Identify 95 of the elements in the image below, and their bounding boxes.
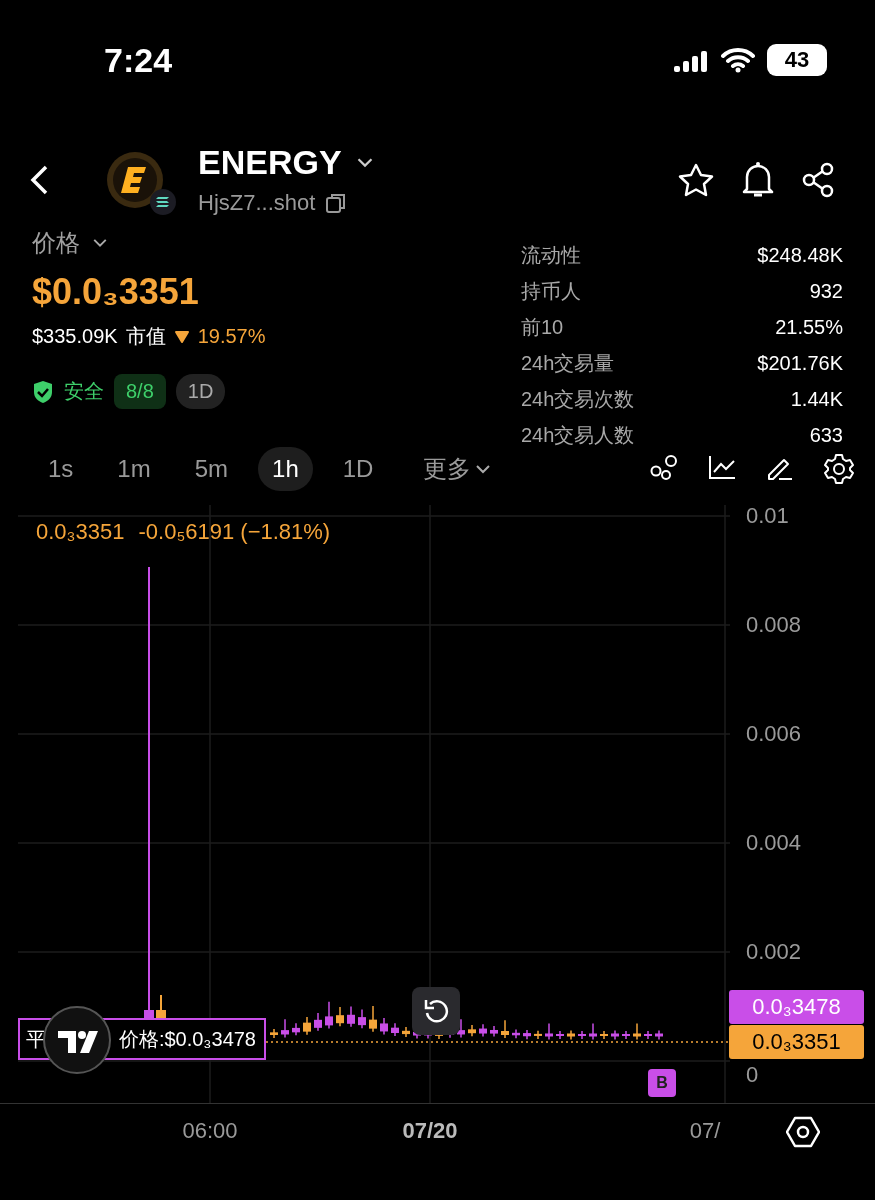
candle xyxy=(578,1030,586,1040)
timeframe-tab[interactable]: 1h xyxy=(258,447,313,491)
stat-value: 1.44K xyxy=(789,387,843,412)
safety-score: 8/8 xyxy=(114,374,166,409)
chevron-down-icon xyxy=(92,238,108,248)
y-axis-label: 0.004 xyxy=(746,830,802,856)
candle xyxy=(589,1022,597,1041)
candle xyxy=(292,1022,300,1037)
candle xyxy=(358,1008,366,1029)
legend-change: -0.0₅6191 (−1.81%) xyxy=(138,519,331,545)
signal-icon xyxy=(673,48,709,72)
more-menu[interactable]: 更多 xyxy=(417,452,498,486)
candle xyxy=(655,1029,663,1041)
shield-check-icon xyxy=(32,379,54,404)
x-axis-label: 06:00 xyxy=(182,1118,238,1144)
settings-icon[interactable] xyxy=(823,453,855,485)
candle xyxy=(347,1005,355,1028)
stat-label: 24h交易人数 xyxy=(521,423,636,448)
stat-value: 21.55% xyxy=(774,315,843,340)
candle xyxy=(402,1026,410,1038)
stat-label: 24h交易次数 xyxy=(521,387,636,412)
y-axis-label: 0.002 xyxy=(746,939,802,965)
safety-label: 安全 xyxy=(64,379,104,404)
battery-level: 43 xyxy=(767,44,827,76)
candle xyxy=(490,1025,498,1038)
chart-settings-icon[interactable] xyxy=(786,1116,820,1148)
candle xyxy=(600,1030,608,1040)
market-cap-label: 市值 xyxy=(125,324,166,349)
candle xyxy=(325,1000,333,1030)
candle xyxy=(633,1022,641,1041)
candle xyxy=(523,1029,531,1040)
candle xyxy=(512,1028,520,1040)
token-logo-icon xyxy=(106,150,164,209)
market-cap-value: $335.09K xyxy=(32,325,118,348)
candle xyxy=(622,1030,630,1040)
chart-logo-icon[interactable] xyxy=(43,1006,111,1074)
chain-badge-icon xyxy=(150,188,176,215)
period-chip: 1D xyxy=(175,374,226,409)
candle xyxy=(391,1022,399,1037)
price-change: 19.57% xyxy=(197,325,266,348)
timeframe-tab[interactable]: 1D xyxy=(328,447,388,491)
reset-view-button[interactable] xyxy=(412,987,460,1035)
stat-label: 持币人 xyxy=(521,279,582,304)
bell-icon[interactable] xyxy=(741,160,775,199)
legend-price: 0.0₃3351 xyxy=(36,519,125,545)
x-axis-label: 07/20 xyxy=(402,1118,458,1144)
candle xyxy=(644,1030,652,1040)
candle xyxy=(468,1024,476,1037)
stat-value: 633 xyxy=(808,423,843,448)
buy-marker: B xyxy=(648,1069,676,1097)
share-icon[interactable] xyxy=(801,161,835,198)
timeframe-tab[interactable]: 1m xyxy=(103,447,165,491)
stat-label: 前10 xyxy=(521,315,565,340)
candle xyxy=(336,1006,344,1027)
candle xyxy=(281,1018,289,1039)
copy-icon[interactable] xyxy=(325,192,348,214)
candle xyxy=(314,1012,322,1032)
timeframe-tab[interactable]: 1s xyxy=(34,447,88,491)
y-axis-label: 0 xyxy=(746,1062,759,1088)
candle xyxy=(380,1017,388,1036)
tooltip-text: 平 xyxy=(26,1026,46,1052)
stat-label: 24h交易量 xyxy=(521,351,616,376)
chevron-down-icon xyxy=(355,157,374,168)
average-price-tag: 0.0₃3478 xyxy=(729,990,864,1024)
y-axis-label: 0.006 xyxy=(746,721,802,747)
candle xyxy=(479,1023,487,1038)
timeframe-tab[interactable]: 5m xyxy=(180,447,243,491)
price-value: $0.0₃3351 xyxy=(32,271,200,313)
candle xyxy=(303,1016,311,1036)
status-time: 7:24 xyxy=(104,40,174,80)
price-label[interactable]: 价格 xyxy=(32,227,80,259)
candle xyxy=(567,1029,575,1041)
last-price-tag: 0.0₃3351 xyxy=(729,1025,864,1059)
chevron-down-icon xyxy=(475,464,492,474)
back-button[interactable] xyxy=(28,163,50,196)
candle xyxy=(369,1005,377,1033)
reset-icon xyxy=(422,997,450,1025)
token-title: ENERGY xyxy=(198,143,342,182)
candle xyxy=(534,1030,542,1040)
stat-value: 932 xyxy=(808,279,843,304)
x-axis-label: 07/ xyxy=(689,1118,721,1144)
stat-value: $248.48K xyxy=(756,243,843,268)
candle xyxy=(501,1019,509,1039)
y-axis-label: 0.01 xyxy=(746,503,789,529)
stat-value: $201.76K xyxy=(756,351,843,376)
candle xyxy=(556,1030,564,1040)
tooltip-text: 价格:$0.0₃3478 xyxy=(118,1026,257,1052)
y-axis-label: 0.008 xyxy=(746,612,802,638)
candle xyxy=(545,1022,553,1041)
wifi-icon xyxy=(721,47,755,73)
stat-label: 流动性 xyxy=(521,243,582,268)
token-address: HjsZ7...shot xyxy=(198,190,316,216)
favorite-star-icon[interactable] xyxy=(677,161,715,198)
candle xyxy=(611,1029,619,1041)
candle xyxy=(270,1028,278,1039)
